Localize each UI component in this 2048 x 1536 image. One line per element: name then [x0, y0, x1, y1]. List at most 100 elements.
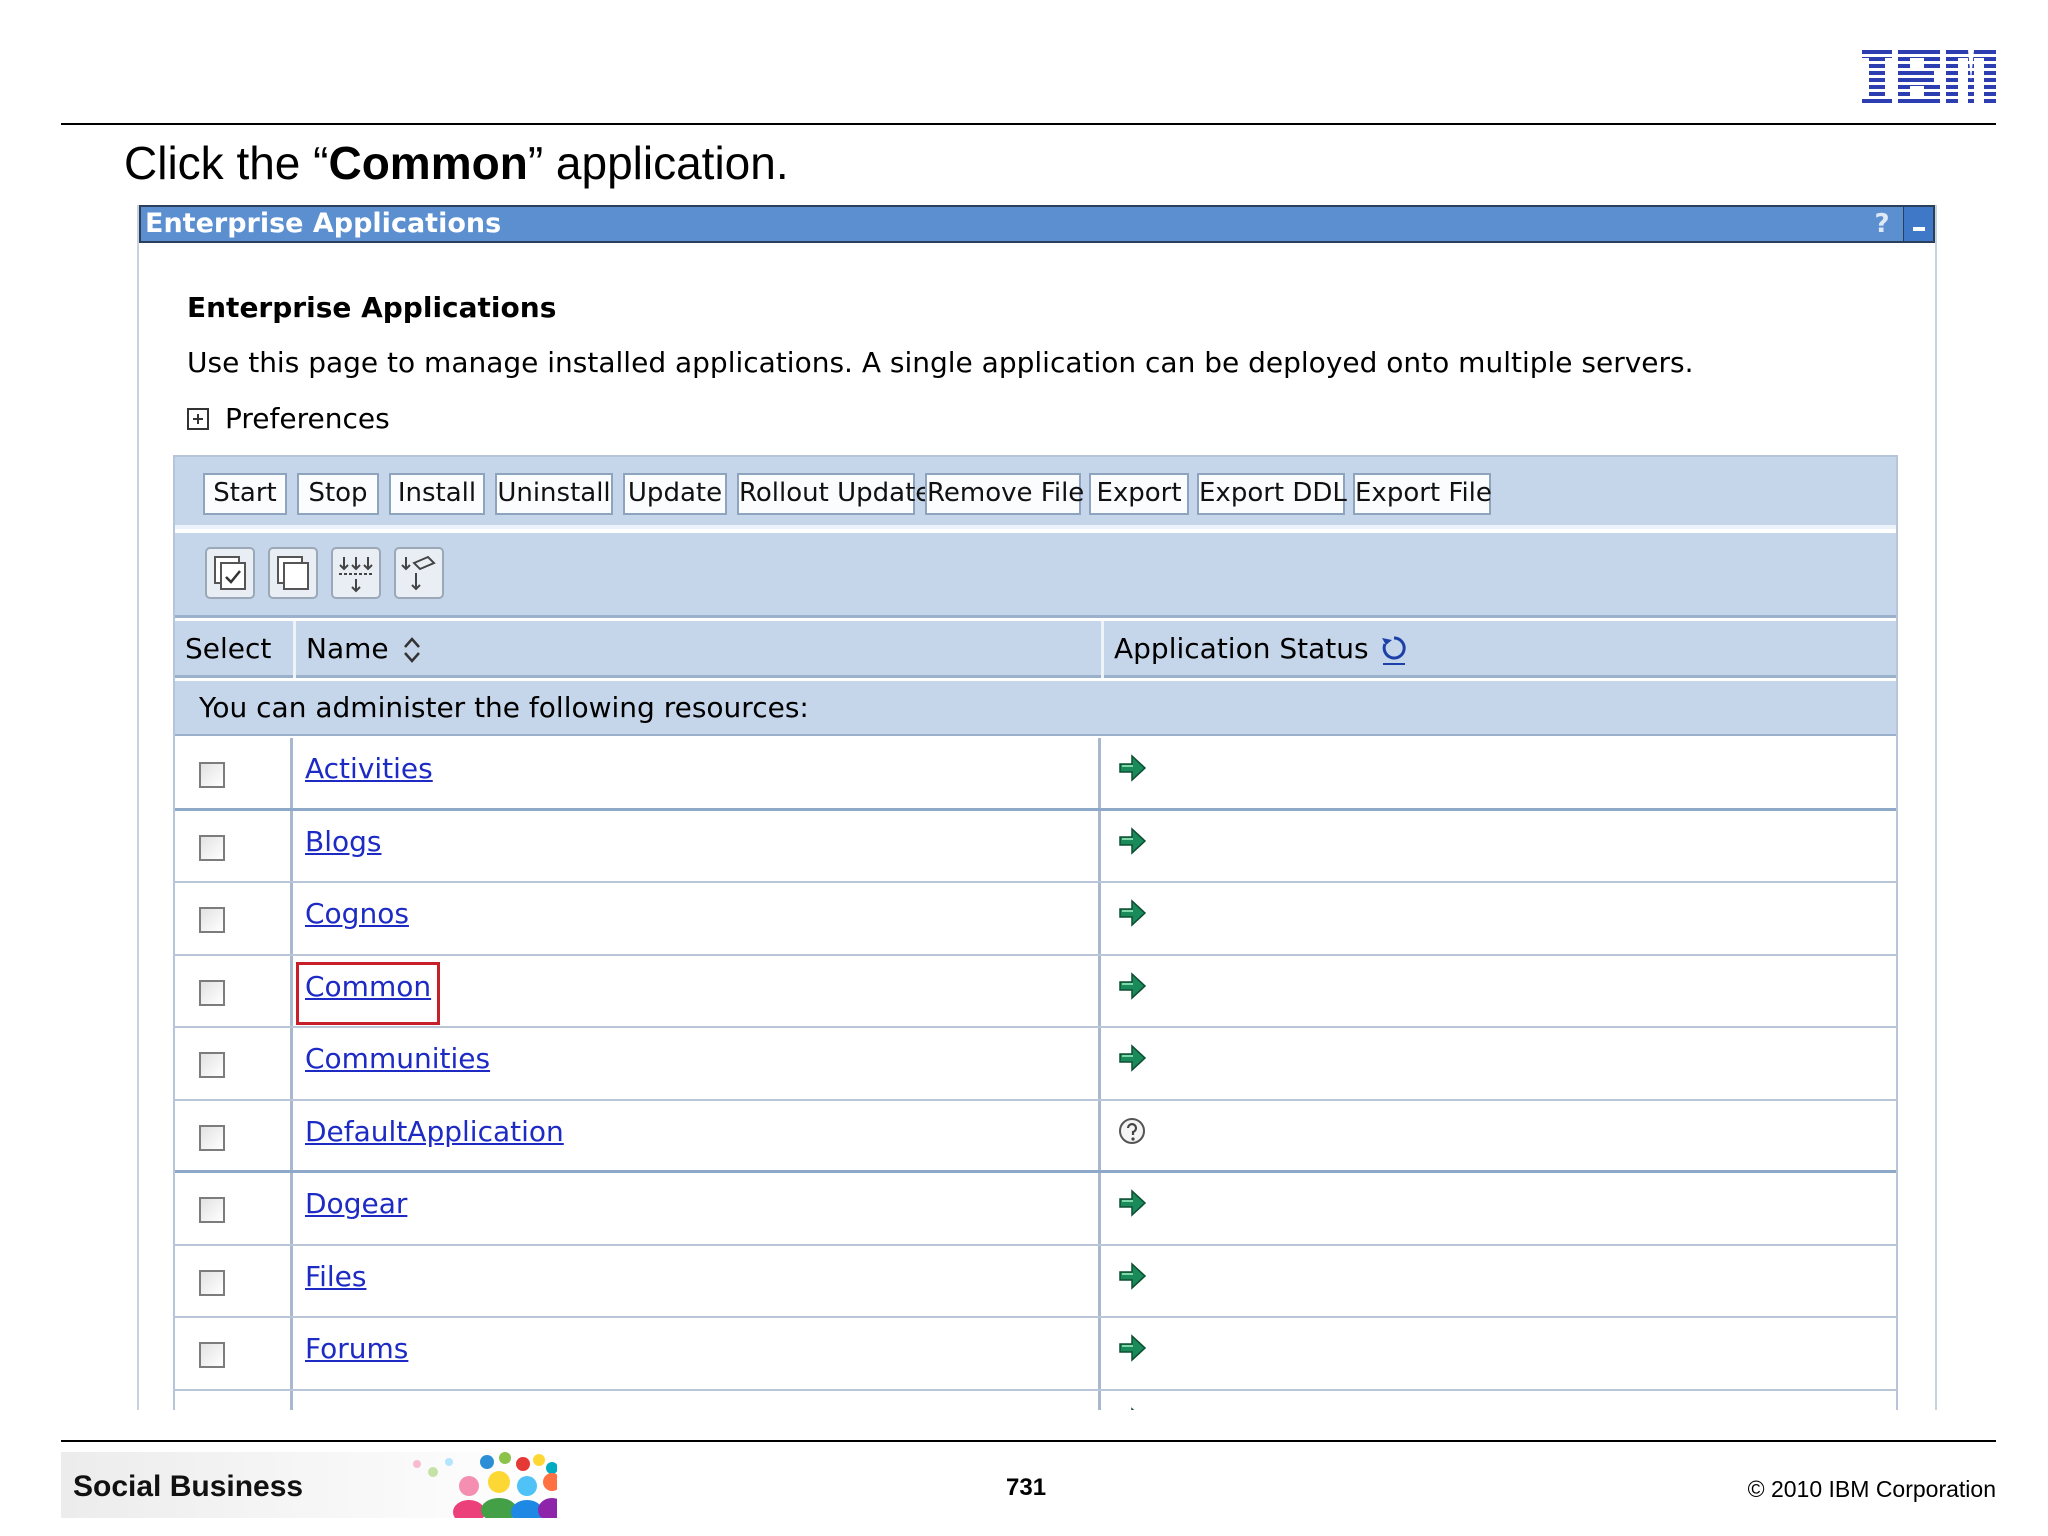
started-icon [1119, 754, 1147, 782]
table-row: Cognos [175, 883, 1896, 956]
name-cell: Activities [293, 738, 1101, 808]
filter-icon[interactable] [394, 547, 444, 599]
started-icon [1119, 971, 1147, 1000]
name-cell: Blogs [293, 810, 1101, 881]
help-icon[interactable]: ? [1867, 207, 1897, 241]
application-link[interactable]: Common [305, 970, 431, 1003]
start-button[interactable]: Start [203, 473, 287, 515]
status-cell [1104, 1101, 1896, 1171]
select-cell [175, 1245, 293, 1316]
people-illustration-icon [413, 1452, 557, 1518]
remove-file-button[interactable]: Remove File [925, 473, 1084, 515]
install-button[interactable]: Install [389, 473, 485, 515]
table-row: DefaultApplication [175, 1100, 1896, 1173]
expand-all-icon[interactable] [331, 547, 381, 599]
application-link[interactable]: Cognos [305, 897, 409, 930]
column-select: Select [175, 621, 293, 678]
selection-toolbar [175, 533, 1896, 618]
column-status: Application Status [1104, 621, 1884, 678]
table-row: Forums [175, 1318, 1896, 1391]
application-link[interactable]: Blogs [305, 825, 381, 858]
page-description: Use this page to manage installed applic… [187, 346, 1694, 379]
row-checkbox[interactable] [199, 1269, 225, 1296]
copyright: © 2010 IBM Corporation [1747, 1476, 1996, 1502]
application-link[interactable]: Forums [305, 1332, 408, 1365]
update-button[interactable]: Update [623, 473, 727, 515]
started-icon [1119, 1261, 1147, 1290]
rollout-update-button[interactable]: Rollout Update [737, 473, 931, 515]
status-cell [1104, 738, 1896, 808]
name-cell: DefaultApplication [293, 1100, 1101, 1170]
export-button[interactable]: Export [1089, 473, 1189, 515]
instruction-suffix: ” application. [527, 137, 789, 189]
sort-icon[interactable] [401, 634, 423, 666]
table-row: Help [175, 1390, 1896, 1411]
row-checkbox[interactable] [199, 1197, 225, 1223]
select-cell [175, 810, 293, 881]
started-icon [1119, 1334, 1147, 1362]
started-icon [1119, 826, 1147, 855]
instruction-bold: Common [328, 137, 528, 189]
column-name-label: Name [306, 632, 389, 665]
table-row: Files [175, 1245, 1896, 1318]
started-icon [1119, 1189, 1147, 1217]
name-cell: Dogear [293, 1173, 1101, 1244]
select-cell [175, 955, 293, 1026]
enterprise-applications-panel: Enterprise Applications ? Enterprise App… [137, 205, 1937, 1410]
status-cell [1104, 1391, 1896, 1410]
table-row: Activities [175, 738, 1896, 811]
table-row: Dogear [175, 1173, 1896, 1246]
top-rule [61, 123, 1996, 125]
select-cell [175, 1028, 293, 1099]
select-cell [175, 1390, 293, 1410]
column-select-label: Select [185, 632, 272, 665]
panel-title-bar: Enterprise Applications ? [139, 205, 1935, 243]
started-icon [1131, 1406, 1135, 1410]
application-link[interactable]: Files [305, 1260, 366, 1293]
application-link[interactable]: Help [305, 1405, 369, 1411]
select-all-icon[interactable] [205, 547, 255, 599]
status-cell [1104, 1173, 1896, 1244]
application-link[interactable]: Activities [305, 752, 433, 785]
status-cell [1104, 811, 1896, 882]
name-cell: Files [293, 1245, 1101, 1316]
select-cell [175, 883, 293, 954]
status-cell [1104, 883, 1896, 954]
select-cell [175, 1100, 293, 1170]
status-cell [1104, 956, 1896, 1027]
row-checkbox[interactable] [199, 762, 225, 788]
row-checkbox[interactable] [199, 1052, 225, 1078]
preferences-toggle[interactable]: Preferences [187, 402, 390, 435]
row-checkbox[interactable] [199, 907, 225, 933]
select-cell [175, 1173, 293, 1244]
select-cell [175, 1318, 293, 1389]
uninstall-button[interactable]: Uninstall [495, 473, 613, 515]
stop-button[interactable]: Stop [297, 473, 379, 515]
row-checkbox[interactable] [199, 1124, 225, 1151]
started-icon [1119, 1044, 1147, 1072]
panel-title: Enterprise Applications [145, 208, 502, 239]
application-link[interactable]: Communities [305, 1042, 490, 1075]
column-status-label: Application Status [1114, 632, 1369, 665]
applications-table: Start Stop Install Uninstall Update Roll… [173, 455, 1898, 1410]
export-ddl-button[interactable]: Export DDL [1197, 473, 1347, 515]
row-checkbox[interactable] [199, 834, 225, 861]
application-link[interactable]: DefaultApplication [305, 1115, 564, 1148]
minimize-icon[interactable] [1903, 207, 1933, 241]
unknown-status-icon [1119, 1117, 1145, 1144]
select-cell [175, 738, 293, 808]
status-cell [1104, 1028, 1896, 1099]
started-icon [1119, 899, 1147, 927]
column-name[interactable]: Name [296, 621, 1101, 678]
export-file-button[interactable]: Export File [1353, 473, 1492, 515]
column-header-row: Select Name Application Status [175, 621, 1896, 678]
deselect-all-icon[interactable] [268, 547, 318, 599]
row-checkbox[interactable] [199, 979, 225, 1006]
footer-brand-text: Social Business [73, 1470, 304, 1503]
row-checkbox[interactable] [199, 1342, 225, 1368]
refresh-icon[interactable] [1379, 633, 1409, 667]
instruction-text: Click the “Common” application. [124, 136, 789, 190]
application-link[interactable]: Dogear [305, 1187, 407, 1220]
bottom-rule [61, 1440, 1996, 1442]
expand-icon[interactable] [187, 407, 209, 430]
